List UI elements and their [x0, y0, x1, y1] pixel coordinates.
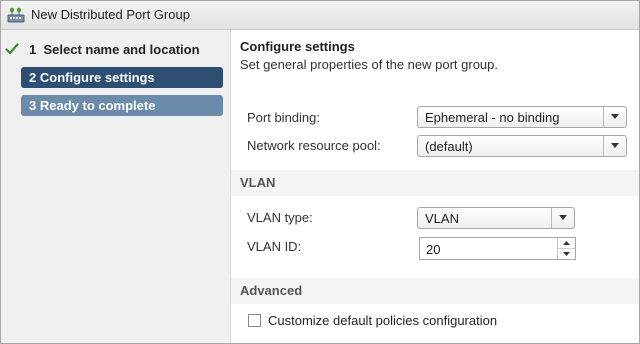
step-number: 2: [29, 70, 37, 85]
step-label: Ready to complete: [39, 98, 156, 113]
spinner-down-icon[interactable]: [558, 249, 575, 259]
vlan-id-label: VLAN ID:: [247, 239, 302, 254]
page-title: Configure settings: [240, 39, 355, 54]
wizard-step-select-name-location[interactable]: 1 Select name and location: [21, 39, 223, 60]
spinner-up-icon[interactable]: [558, 238, 575, 249]
new-distributed-port-group-dialog: New Distributed Port Group 1 Select name…: [0, 0, 640, 344]
vlan-type-value: VLAN: [425, 211, 459, 226]
dialog-title: New Distributed Port Group: [31, 7, 190, 22]
advanced-section-title: Advanced: [240, 283, 303, 298]
step-label: Configure settings: [39, 70, 155, 85]
step-label: Select name and location: [43, 42, 200, 57]
network-resource-pool-label: Network resource pool:: [247, 138, 381, 153]
network-resource-pool-value: (default): [425, 139, 473, 154]
customize-policies-label[interactable]: Customize default policies configuration: [268, 313, 497, 328]
wizard-steps-sidebar: 1 Select name and location 2 Configure s…: [1, 30, 231, 343]
dropdown-arrow-icon: [551, 208, 574, 228]
configure-settings-panel: Configure settings Set general propertie…: [231, 30, 639, 343]
advanced-section-header: Advanced: [231, 278, 639, 304]
dropdown-arrow-icon: [603, 136, 626, 156]
vlan-id-stepper[interactable]: 20: [419, 237, 576, 260]
port-binding-dropdown[interactable]: Ephemeral - no binding: [417, 106, 627, 128]
customize-policies-checkbox[interactable]: [248, 314, 261, 327]
vlan-id-value: 20: [426, 242, 441, 257]
vlan-type-dropdown[interactable]: VLAN: [417, 207, 575, 229]
network-resource-pool-dropdown[interactable]: (default): [417, 135, 627, 157]
step-number: 3: [29, 98, 37, 113]
wizard-step-configure-settings[interactable]: 2 Configure settings: [21, 67, 223, 88]
dropdown-arrow-icon: [603, 107, 626, 127]
wizard-step-ready-to-complete[interactable]: 3 Ready to complete: [21, 95, 223, 116]
vlan-section-header: VLAN: [231, 170, 639, 196]
step-number: 1: [29, 42, 37, 57]
stepper-buttons: [557, 238, 575, 259]
page-subtitle: Set general properties of the new port g…: [240, 57, 498, 72]
port-binding-value: Ephemeral - no binding: [425, 110, 560, 125]
title-bar: New Distributed Port Group: [1, 1, 639, 30]
vlan-section-title: VLAN: [240, 175, 276, 190]
vlan-type-label: VLAN type:: [247, 210, 313, 225]
distributed-port-group-icon: [7, 6, 25, 24]
checkmark-icon: [5, 42, 19, 56]
port-binding-label: Port binding:: [247, 110, 320, 125]
